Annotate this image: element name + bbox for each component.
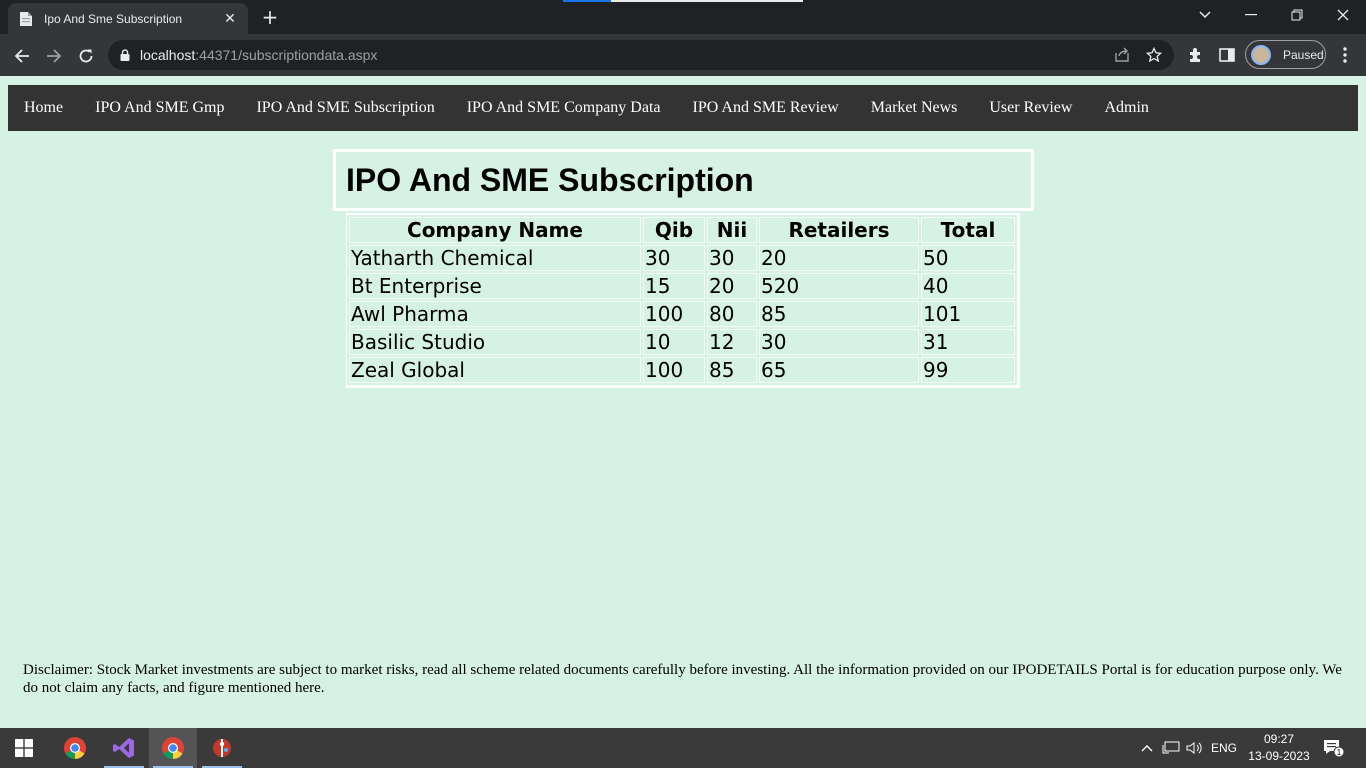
cell-total: 101 xyxy=(921,301,1015,327)
page-favicon-icon xyxy=(18,11,34,27)
cell-total: 40 xyxy=(921,273,1015,299)
restore-button[interactable] xyxy=(1274,0,1320,30)
volume-icon[interactable] xyxy=(1184,728,1206,768)
cell-qib: 100 xyxy=(643,357,705,383)
side-panel-icon[interactable] xyxy=(1218,46,1236,64)
table-row: Basilic Studio 10 12 30 31 xyxy=(349,329,1015,355)
column-header-nii: Nii xyxy=(707,217,757,243)
cell-nii: 30 xyxy=(707,245,757,271)
disclaimer-text: Disclaimer: Stock Market investments are… xyxy=(23,662,1342,696)
system-clock[interactable]: 09:27 13-09-2023 xyxy=(1244,731,1314,765)
loading-indicator xyxy=(563,0,803,2)
forward-arrow-icon[interactable] xyxy=(40,42,68,70)
site-navbar: Home IPO And SME Gmp IPO And SME Subscri… xyxy=(8,85,1358,131)
share-icon[interactable] xyxy=(1114,47,1130,63)
lock-icon[interactable] xyxy=(120,46,130,65)
subscription-table: Company Name Qib Nii Retailers Total Yat… xyxy=(346,213,1020,388)
git-client-icon xyxy=(213,739,231,757)
tab-title: Ipo And Sme Subscription xyxy=(44,11,183,26)
nav-market-news[interactable]: Market News xyxy=(855,85,974,131)
more-menu-icon[interactable] xyxy=(1336,46,1354,64)
cell-total: 50 xyxy=(921,245,1015,271)
cell-nii: 12 xyxy=(707,329,757,355)
address-bar[interactable]: localhost:44371/subscriptiondata.aspx xyxy=(108,40,1174,70)
taskbar-git-app[interactable] xyxy=(198,728,246,768)
nav-home[interactable]: Home xyxy=(8,85,79,131)
cell-company-name: Awl Pharma xyxy=(349,301,641,327)
nav-admin[interactable]: Admin xyxy=(1088,85,1164,131)
table-header-row: Company Name Qib Nii Retailers Total xyxy=(349,217,1015,243)
cell-qib: 10 xyxy=(643,329,705,355)
cell-qib: 100 xyxy=(643,301,705,327)
cell-nii: 20 xyxy=(707,273,757,299)
column-header-qib: Qib xyxy=(643,217,705,243)
tab-search-chevron-icon[interactable] xyxy=(1182,0,1228,30)
start-button[interactable] xyxy=(0,728,48,768)
clock-date: 13-09-2023 xyxy=(1248,749,1310,763)
cell-company-name: Zeal Global xyxy=(349,357,641,383)
cell-total: 31 xyxy=(921,329,1015,355)
table-row: Awl Pharma 100 80 85 101 xyxy=(349,301,1015,327)
table-row: Bt Enterprise 15 20 520 40 xyxy=(349,273,1015,299)
cell-retailers: 65 xyxy=(759,357,919,383)
nav-user-review[interactable]: User Review xyxy=(973,85,1088,131)
network-icon[interactable] xyxy=(1160,728,1182,768)
notification-center-icon[interactable]: 1 xyxy=(1318,728,1348,768)
tab-close-icon[interactable]: ✕ xyxy=(222,11,238,27)
nav-ipo-sme-gmp[interactable]: IPO And SME Gmp xyxy=(79,85,240,131)
reload-icon[interactable] xyxy=(72,42,100,70)
cell-retailers: 85 xyxy=(759,301,919,327)
taskbar-chrome-active-app[interactable] xyxy=(149,728,197,768)
nav-ipo-sme-company-data[interactable]: IPO And SME Company Data xyxy=(451,85,677,131)
cell-retailers: 30 xyxy=(759,329,919,355)
windows-logo-icon xyxy=(15,739,33,757)
cell-company-name: Bt Enterprise xyxy=(349,273,641,299)
taskbar-chrome-app[interactable] xyxy=(51,728,99,768)
table-row: Zeal Global 100 85 65 99 xyxy=(349,357,1015,383)
back-arrow-icon[interactable] xyxy=(8,42,36,70)
taskbar-visual-studio-app[interactable] xyxy=(100,728,148,768)
windows-taskbar: ENG 09:27 13-09-2023 1 xyxy=(0,728,1366,768)
chrome-icon xyxy=(162,737,184,759)
column-header-retailers: Retailers xyxy=(759,217,919,243)
cell-total: 99 xyxy=(921,357,1015,383)
chrome-icon xyxy=(64,737,86,759)
column-header-company-name: Company Name xyxy=(349,217,641,243)
nav-ipo-sme-subscription[interactable]: IPO And SME Subscription xyxy=(240,85,450,131)
visual-studio-icon xyxy=(113,738,134,758)
page-title-box: IPO And SME Subscription xyxy=(333,149,1034,211)
notification-count: 1 xyxy=(1337,748,1342,757)
page-title: IPO And SME Subscription xyxy=(346,161,754,198)
profile-button[interactable]: Paused xyxy=(1245,40,1326,69)
language-indicator[interactable]: ENG xyxy=(1208,728,1240,768)
bookmark-star-icon[interactable] xyxy=(1146,47,1162,63)
cell-retailers: 520 xyxy=(759,273,919,299)
column-header-total: Total xyxy=(921,217,1015,243)
url-text: localhost:44371/subscriptiondata.aspx xyxy=(140,47,378,63)
avatar xyxy=(1251,44,1271,65)
cell-company-name: Basilic Studio xyxy=(349,329,641,355)
table-row: Yatharth Chemical 30 30 20 50 xyxy=(349,245,1015,271)
cell-nii: 80 xyxy=(707,301,757,327)
show-hidden-icons-chevron-icon[interactable] xyxy=(1138,728,1156,768)
cell-nii: 85 xyxy=(707,357,757,383)
cell-qib: 15 xyxy=(643,273,705,299)
nav-ipo-sme-review[interactable]: IPO And SME Review xyxy=(677,85,855,131)
browser-toolbar: localhost:44371/subscriptiondata.aspx Pa… xyxy=(0,34,1366,76)
cell-retailers: 20 xyxy=(759,245,919,271)
minimize-button[interactable] xyxy=(1228,0,1274,30)
cell-qib: 30 xyxy=(643,245,705,271)
profile-status-label: Paused xyxy=(1283,47,1324,62)
clock-time: 09:27 xyxy=(1263,732,1295,746)
extensions-icon[interactable] xyxy=(1186,46,1204,64)
new-tab-button[interactable]: + xyxy=(258,6,282,30)
close-window-button[interactable] xyxy=(1320,0,1366,30)
cell-company-name: Yatharth Chemical xyxy=(349,245,641,271)
browser-tabstrip: Ipo And Sme Subscription ✕ + xyxy=(0,0,1366,34)
browser-tab[interactable]: Ipo And Sme Subscription ✕ xyxy=(8,3,248,34)
